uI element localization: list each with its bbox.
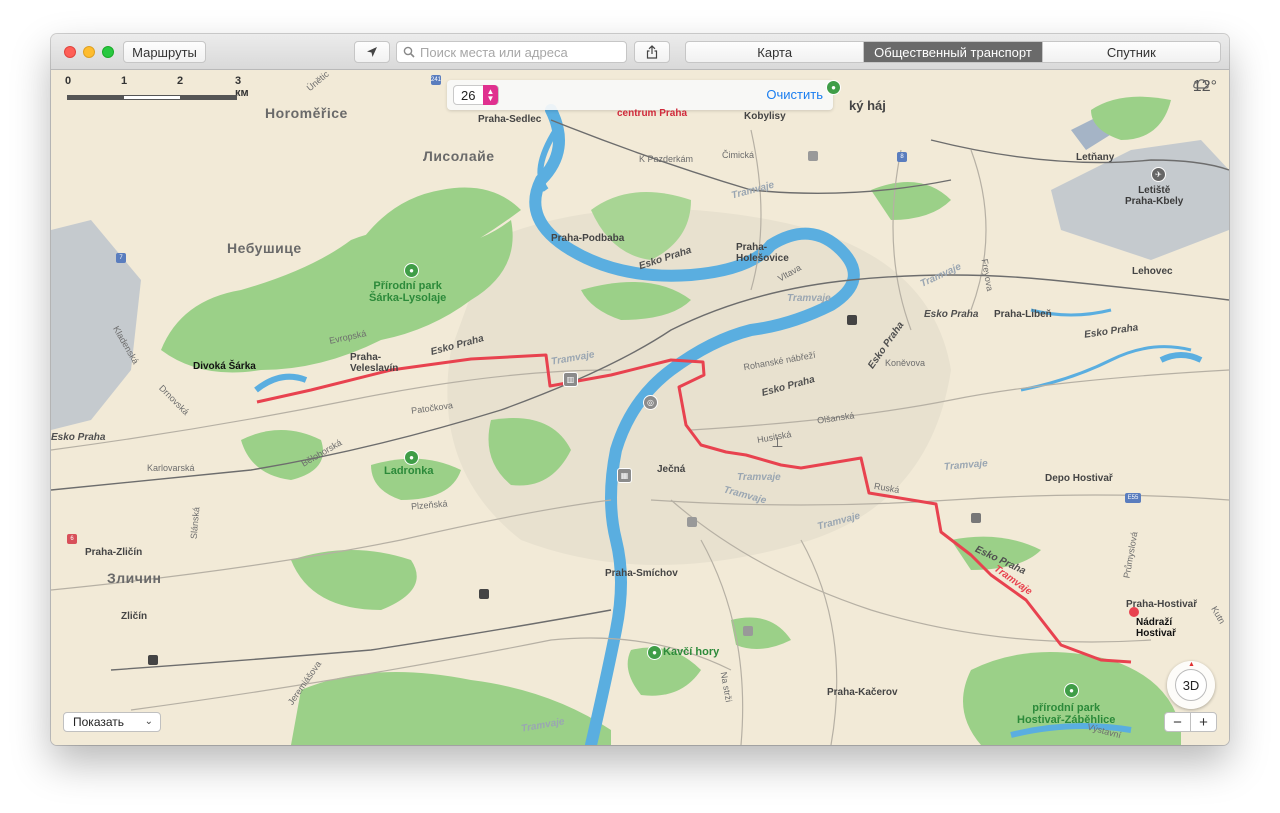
label-praha-holesovice: Praha- Holešovice: [736, 242, 789, 264]
station-icon[interactable]: [479, 589, 489, 599]
landmark-museum-icon[interactable]: ▦: [617, 468, 632, 483]
highway-shield-icon: 8: [897, 152, 907, 162]
label-zlicin-ru: Зличин: [107, 570, 162, 586]
close-window-button[interactable]: [64, 46, 76, 58]
station-icon[interactable]: [847, 315, 857, 325]
label-praha-podbaba: Praha-Podbaba: [551, 233, 625, 244]
transit-line-filter: 26 ▲ ▼ Очистить: [447, 80, 833, 110]
compass-control[interactable]: ▲ 3D: [1167, 661, 1215, 709]
tab-transit[interactable]: Общественный транспорт: [864, 42, 1043, 62]
park-pin-icon[interactable]: ●: [404, 450, 419, 465]
road-label: Esko Praha: [924, 309, 979, 320]
label-praha-liben: Praha-Libeň: [994, 309, 1052, 320]
label-k-pazderkam: K Pazderkám: [639, 154, 694, 164]
metro-icon[interactable]: [743, 626, 753, 636]
share-icon: [646, 45, 658, 59]
label-jecna: Ječná: [657, 464, 686, 475]
routes-button[interactable]: Маршруты: [123, 41, 206, 63]
label-centrum: centrum Praha: [617, 108, 688, 119]
label-kavci-hory: Kavčí hory: [663, 646, 720, 658]
road-label: Esko Praha: [51, 432, 106, 443]
current-location-button[interactable]: [354, 41, 390, 63]
3d-toggle-button[interactable]: 3D: [1175, 669, 1207, 701]
park-pin-icon[interactable]: ●: [1064, 683, 1079, 698]
line-number-select[interactable]: 26 ▲ ▼: [453, 85, 499, 105]
label-trojsky-haj: ký háj: [849, 98, 886, 113]
label-lehovec: Lehovec: [1132, 266, 1173, 277]
label-praha-smichov: Praha-Smíchov: [605, 568, 678, 579]
location-arrow-icon: [367, 47, 377, 57]
park-pin-icon[interactable]: ●: [826, 80, 841, 95]
line-number-value: 26: [461, 87, 476, 103]
map-view[interactable]: 0 1 2 3 км 26 ▲ ▼ Очистить 12° Horoměřice…: [51, 69, 1229, 745]
label-praha-sedlec: Praha-Sedlec: [478, 114, 542, 125]
label-nadrazi-hostivar: Nádraží Hostivař: [1136, 617, 1177, 639]
search-field[interactable]: [396, 41, 627, 63]
highway-shield-icon: 6: [67, 534, 77, 544]
label-kobylisy: Kobylisy: [744, 111, 786, 122]
route-end-icon[interactable]: [1129, 607, 1139, 617]
label-horomerice: Horoměřice: [265, 105, 348, 121]
minimize-window-button[interactable]: [83, 46, 95, 58]
clear-filter-button[interactable]: Очистить: [766, 87, 823, 102]
label-divoka-sarka: Divoká Šárka: [193, 361, 256, 372]
label-ladronka: Ladronka: [384, 465, 434, 477]
scale-tick-3: 3 км: [235, 75, 249, 99]
scale-tick-1: 1: [121, 75, 128, 87]
label-lisolaje: Лисолайе: [423, 148, 495, 164]
label-praha-kacerov: Praha-Kačerov: [827, 687, 898, 698]
tab-map[interactable]: Карта: [686, 42, 865, 62]
airport-pin-icon[interactable]: ✈: [1151, 167, 1166, 182]
metro-icon[interactable]: [808, 151, 818, 161]
label-sarka-park: Přírodní park Šárka-Lysolaje: [369, 280, 447, 304]
label-letiste: Letiště Praha-Kbely: [1125, 185, 1184, 207]
tram-label: Tramvaje: [737, 472, 781, 483]
scale-bar: 0 1 2 3 км: [65, 75, 249, 107]
map-canvas[interactable]: [51, 70, 1229, 745]
toolbar: Маршруты Карта Общественный транспорт Сп…: [51, 34, 1229, 70]
label-praha-zlicin: Praha-Zličín: [85, 547, 143, 558]
zoom-out-button[interactable]: −: [1165, 713, 1191, 731]
show-options-select[interactable]: Показать ⌄: [63, 712, 161, 732]
zoom-in-button[interactable]: +: [1191, 713, 1216, 731]
highway-shield-icon: 241: [431, 75, 442, 85]
show-options-label: Показать: [73, 715, 125, 729]
select-stepper-icon: ▲ ▼: [483, 85, 498, 105]
zoom-control: − +: [1164, 712, 1217, 732]
scale-tick-2: 2: [177, 75, 184, 87]
station-icon[interactable]: [971, 513, 981, 523]
chevron-down-icon: ⌄: [144, 716, 153, 727]
label-cimicka: Čimická: [722, 150, 755, 160]
label-zlicin: Zličín: [121, 611, 148, 622]
label-depo-hostivar: Depo Hostivař: [1045, 473, 1113, 484]
park-pin-icon[interactable]: ●: [647, 645, 662, 660]
search-input[interactable]: [420, 44, 620, 60]
scale-tick-0: 0: [65, 75, 72, 87]
station-icon[interactable]: [148, 655, 158, 665]
maps-window: Маршруты Карта Общественный транспорт Сп…: [51, 34, 1229, 745]
cloud-icon: [1193, 79, 1209, 89]
map-mode-segmented-control: Карта Общественный транспорт Спутник: [685, 41, 1221, 63]
label-karlovarska: Karlovarská: [147, 463, 195, 473]
highway-shield-icon: 7: [116, 253, 126, 263]
label-veleslavin: Praha- Veleslavín: [350, 352, 399, 374]
label-letnany: Letňany: [1076, 152, 1115, 163]
label-konevova: Koněvova: [885, 358, 926, 368]
zoom-window-button[interactable]: [102, 46, 114, 58]
metro-icon[interactable]: [687, 517, 697, 527]
highway-shield-icon: E55: [1125, 493, 1141, 503]
label-hostivar-park: přírodní park Hostivař-Záběhlice: [1017, 702, 1116, 726]
north-indicator-icon: ▲: [1188, 661, 1195, 668]
share-button[interactable]: [634, 41, 670, 63]
tab-satellite[interactable]: Спутник: [1043, 42, 1220, 62]
weather-indicator: 12°: [1193, 78, 1217, 96]
tram-label: Tramvaje: [787, 293, 831, 304]
label-nebusice: Небушице: [227, 240, 302, 256]
landmark-icon[interactable]: ◎: [643, 395, 658, 410]
search-icon: [403, 46, 415, 58]
tv-tower-icon[interactable]: ⊥: [770, 434, 785, 450]
park-pin-icon[interactable]: ●: [404, 263, 419, 278]
landmark-castle-icon[interactable]: ▥: [563, 372, 578, 387]
